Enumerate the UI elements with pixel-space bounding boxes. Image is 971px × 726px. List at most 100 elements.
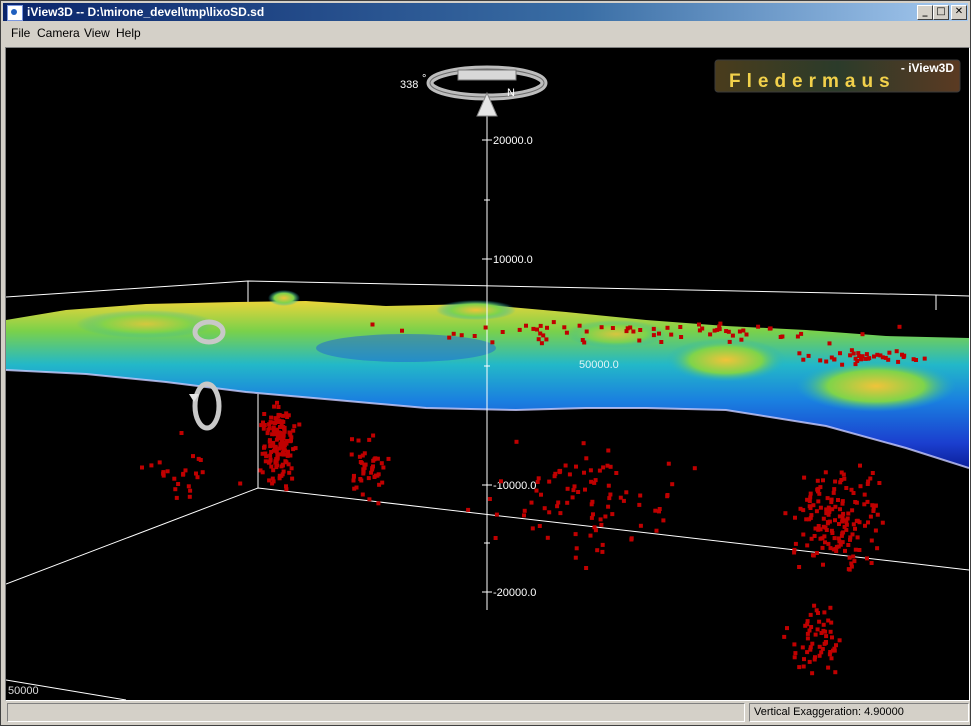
seismic-point [386,456,391,461]
seismic-point [276,405,281,409]
seismic-point [840,501,845,506]
seismic-point [823,629,828,634]
seismic-point [281,447,286,452]
seismic-point [551,320,556,325]
seismic-point [576,490,581,494]
seismic-point [813,632,818,637]
3d-viewport[interactable]: 20000.0 10000.0 -10000.0 -20000.0 50000.… [5,47,970,701]
axis-tick-label: -20000.0 [493,587,536,599]
seismic-point [863,523,867,528]
seismic-point [865,556,869,561]
seismic-point [277,476,282,481]
seismic-point [880,520,885,525]
seismic-point [588,468,593,473]
heading-degree: ° [422,73,426,85]
seismic-point [567,472,572,477]
seismic-point [262,412,267,416]
seismic-point [853,526,857,531]
seismic-point [797,565,802,569]
seismic-point [281,469,286,474]
seismic-point [359,478,364,483]
seismic-point [830,635,834,640]
seismic-point [547,510,552,515]
seismic-point [545,325,549,330]
seismic-point [870,471,875,475]
seismic-point [851,522,856,527]
seismic-point [815,487,820,492]
seismic-point [811,553,816,558]
seismic-point [282,443,287,448]
seismic-point [563,463,568,468]
seismic-point [858,463,862,468]
seismic-point [558,511,563,516]
seismic-point [829,500,834,505]
seismic-point [853,547,858,552]
seismic-point [274,457,279,462]
menu-file[interactable]: File [9,26,32,40]
seismic-point [708,332,713,337]
seismic-point [826,618,831,623]
seismic-point [600,549,605,554]
seismic-point [588,533,593,538]
seismic-point [834,643,838,648]
app-icon[interactable] [7,5,23,21]
seismic-point [724,329,729,333]
seismic-point [730,333,735,338]
seismic-point [565,500,570,505]
menu-camera[interactable]: Camera [35,26,82,40]
compass-ring-icon[interactable] [426,65,548,117]
seismic-point [538,331,543,336]
window-title: iView3D -- D:\mirone_devel\tmp\lixoSD.sd [27,5,265,19]
seismic-point [700,326,705,331]
maximize-button[interactable]: □ [933,5,949,20]
seismic-point [606,504,611,509]
seismic-point [370,467,375,472]
seismic-point [814,509,819,514]
seismic-point [841,530,846,535]
seismic-point [592,525,597,530]
seismic-point [816,499,821,504]
seismic-point [807,659,812,664]
menu-view[interactable]: View [82,26,112,40]
seismic-point [651,333,656,338]
seismic-point [284,484,288,489]
seismic-point [832,487,837,492]
seismic-point [831,490,836,495]
seismic-point [875,546,880,551]
seismic-point [665,494,670,499]
seismic-point [291,428,296,433]
seismic-point [839,470,844,475]
seismic-point [875,512,880,517]
seismic-point [483,325,488,330]
seismic-point [292,424,297,429]
seismic-point [849,487,854,492]
seismic-point [894,349,899,354]
seismic-point [867,356,872,361]
seismic-point [833,479,838,484]
seismic-point [837,638,842,643]
seismic-point [287,430,292,435]
menu-help[interactable]: Help [114,26,143,40]
seismic-point [806,353,811,358]
seismic-point [562,325,567,330]
seismic-point [638,523,643,528]
seismic-point [849,561,854,566]
seismic-point [487,497,492,501]
minimize-button[interactable]: _ [917,5,933,20]
seismic-point [349,452,354,457]
close-button[interactable]: ✕ [951,5,967,20]
seismic-point [530,526,535,531]
seismic-point [589,502,594,507]
seismic-point [868,476,873,481]
seismic-point [351,478,356,483]
seismic-point [922,356,927,361]
seismic-point [381,465,386,470]
seismic-point [637,502,642,507]
seismic-point [807,499,812,504]
seismic-point [195,475,200,480]
seismic-point [376,501,381,506]
title-bar[interactable]: iView3D -- D:\mirone_devel\tmp\lixoSD.sd… [3,3,968,21]
seismic-point [862,502,867,507]
seismic-point [817,619,822,624]
seismic-point [183,468,188,473]
